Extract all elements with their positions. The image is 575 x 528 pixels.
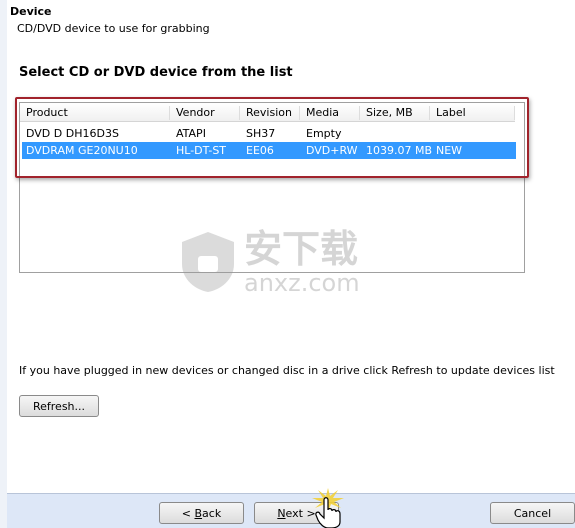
- window-edge: [0, 0, 7, 528]
- watermark-cn: 安下载: [244, 227, 359, 271]
- hand-cursor-icon: [312, 488, 344, 528]
- page-subtitle: CD/DVD device to use for grabbing: [17, 22, 210, 35]
- page-title: Device: [10, 5, 52, 18]
- next-accel: N: [277, 506, 286, 520]
- watermark-en: anxz.com: [244, 269, 360, 297]
- section-heading: Select CD or DVD device from the list: [19, 65, 293, 80]
- refresh-button[interactable]: Refresh...: [19, 395, 99, 417]
- refresh-hint: If you have plugged in new devices or ch…: [19, 364, 555, 377]
- highlight-annotation: [15, 97, 529, 178]
- watermark: 安下载 anxz.com: [180, 222, 400, 302]
- back-accel: B: [194, 506, 203, 520]
- back-rest: ack: [202, 506, 222, 520]
- back-prefix: <: [181, 506, 191, 520]
- back-button[interactable]: < Back: [159, 502, 244, 524]
- cancel-button[interactable]: Cancel: [490, 502, 575, 524]
- shield-icon: [182, 232, 234, 292]
